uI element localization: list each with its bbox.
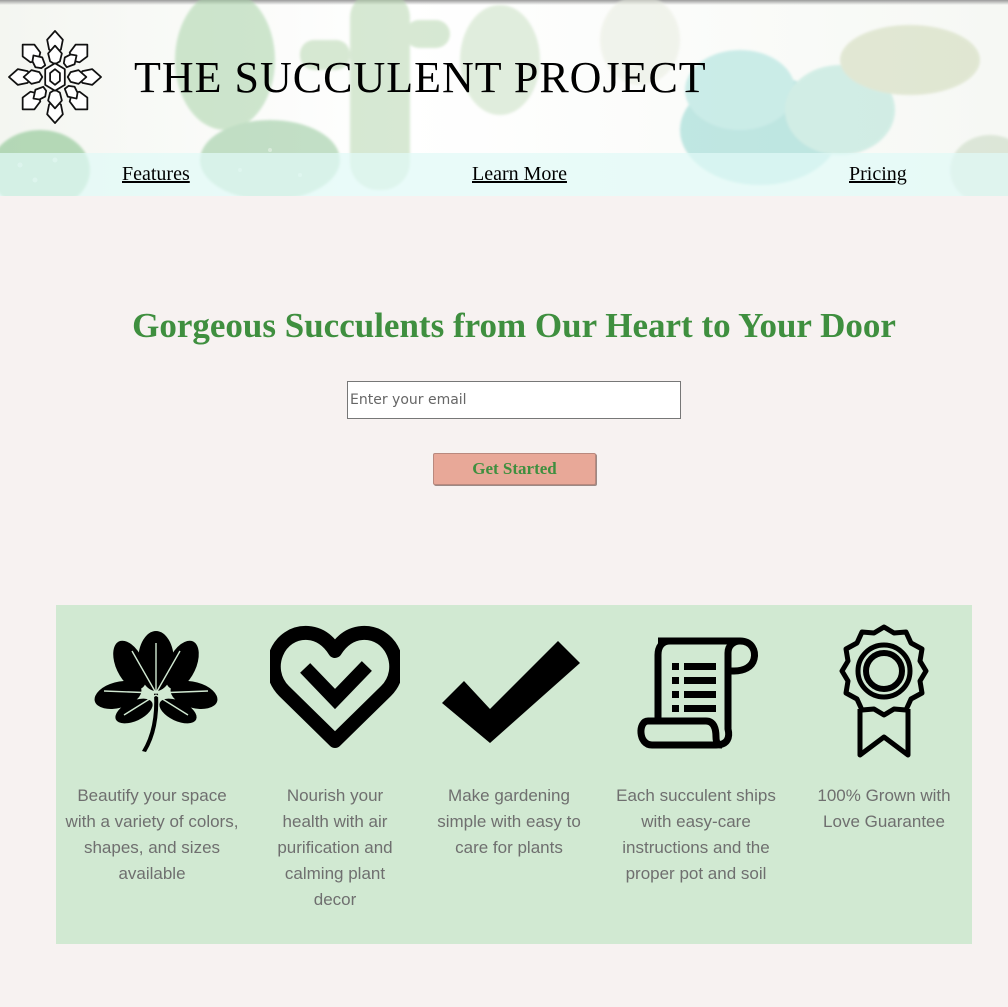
email-input[interactable]	[347, 381, 681, 419]
feature-item: Each succulent ships with easy-care inst…	[608, 605, 784, 944]
succulent-logo-icon[interactable]	[6, 28, 104, 126]
nav-link-learn-more[interactable]: Learn More	[472, 163, 567, 186]
feature-text: 100% Grown with Love Guarantee	[817, 786, 951, 831]
award-ribbon-icon	[839, 624, 929, 758]
feature-text: Nourish your health with air purificatio…	[277, 786, 393, 909]
feature-text: Make gardening simple with easy to care …	[437, 786, 581, 857]
features-section: Beautify your space with a variety of co…	[56, 605, 972, 944]
clover-leaf-icon	[94, 631, 218, 752]
main-nav: Features Learn More Pricing	[0, 153, 1008, 196]
feature-text: Each succulent ships with easy-care inst…	[616, 786, 776, 883]
heart-check-icon	[270, 626, 400, 748]
hero-heading: Gorgeous Succulents from Our Heart to Yo…	[132, 306, 896, 345]
get-started-button[interactable]: Get Started	[433, 453, 596, 485]
site-header: THE SUCCULENT PROJECT Features Learn Mor…	[0, 0, 1008, 196]
scroll-list-icon	[637, 637, 758, 749]
nav-link-pricing[interactable]: Pricing	[849, 163, 907, 186]
feature-item: Nourish your health with air purificatio…	[262, 605, 408, 944]
feature-text: Beautify your space with a variety of co…	[65, 786, 239, 883]
feature-item: Beautify your space with a variety of co…	[64, 605, 240, 944]
checkmark-icon	[442, 641, 580, 743]
feature-item: Make gardening simple with easy to care …	[430, 605, 588, 944]
nav-link-features[interactable]: Features	[122, 163, 190, 186]
site-title: THE SUCCULENT PROJECT	[134, 53, 707, 102]
feature-item: 100% Grown with Love Guarantee	[806, 605, 962, 944]
